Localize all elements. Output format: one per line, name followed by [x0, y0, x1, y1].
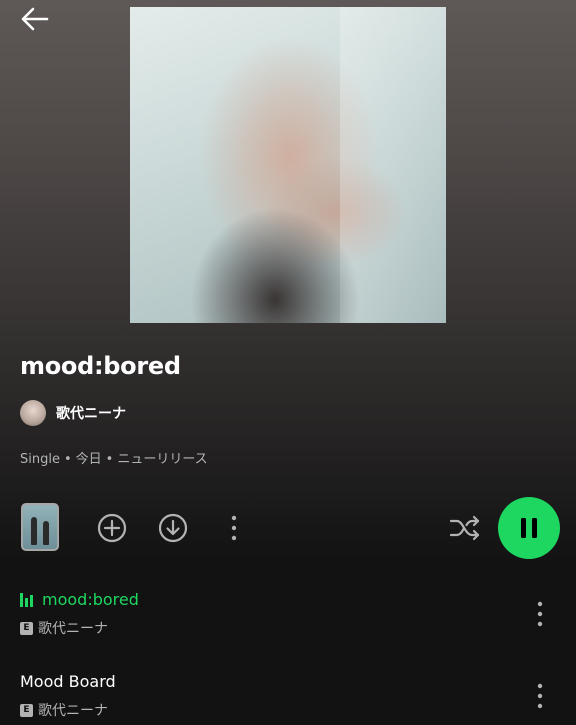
- more-vertical-icon[interactable]: [218, 512, 250, 544]
- now-playing-equalizer-icon: [20, 592, 36, 607]
- pause-button[interactable]: [498, 497, 560, 559]
- release-date: 今日: [75, 452, 102, 467]
- download-circle-icon[interactable]: [157, 512, 189, 544]
- more-vertical-icon[interactable]: [534, 682, 546, 710]
- track-row[interactable]: Mood Board E 歌代ニーナ: [20, 672, 560, 722]
- more-vertical-icon[interactable]: [534, 600, 546, 628]
- release-type: Single: [20, 452, 60, 467]
- plus-circle-icon[interactable]: [96, 512, 128, 544]
- shuffle-icon[interactable]: [448, 512, 482, 544]
- artist-name: 歌代ニーナ: [56, 406, 126, 422]
- artist-link[interactable]: 歌代ニーナ: [20, 400, 126, 426]
- track-title: mood:bored: [42, 590, 139, 609]
- track-title: Mood Board: [20, 672, 116, 691]
- explicit-badge: E: [20, 703, 33, 717]
- album-cover-image: [130, 7, 446, 323]
- track-artist: 歌代ニーナ: [38, 703, 108, 719]
- album-preview-thumbnail[interactable]: [21, 503, 59, 551]
- album-title: mood:bored: [20, 352, 181, 380]
- artist-avatar: [20, 400, 46, 426]
- explicit-badge: E: [20, 621, 33, 635]
- track-row[interactable]: mood:bored E 歌代ニーナ: [20, 590, 560, 640]
- release-category: ニューリリース: [117, 452, 208, 467]
- album-meta: Single • 今日 • ニューリリース: [20, 452, 208, 467]
- track-artist: 歌代ニーナ: [38, 621, 108, 637]
- back-arrow-icon[interactable]: [18, 4, 52, 34]
- pause-icon: [521, 518, 537, 538]
